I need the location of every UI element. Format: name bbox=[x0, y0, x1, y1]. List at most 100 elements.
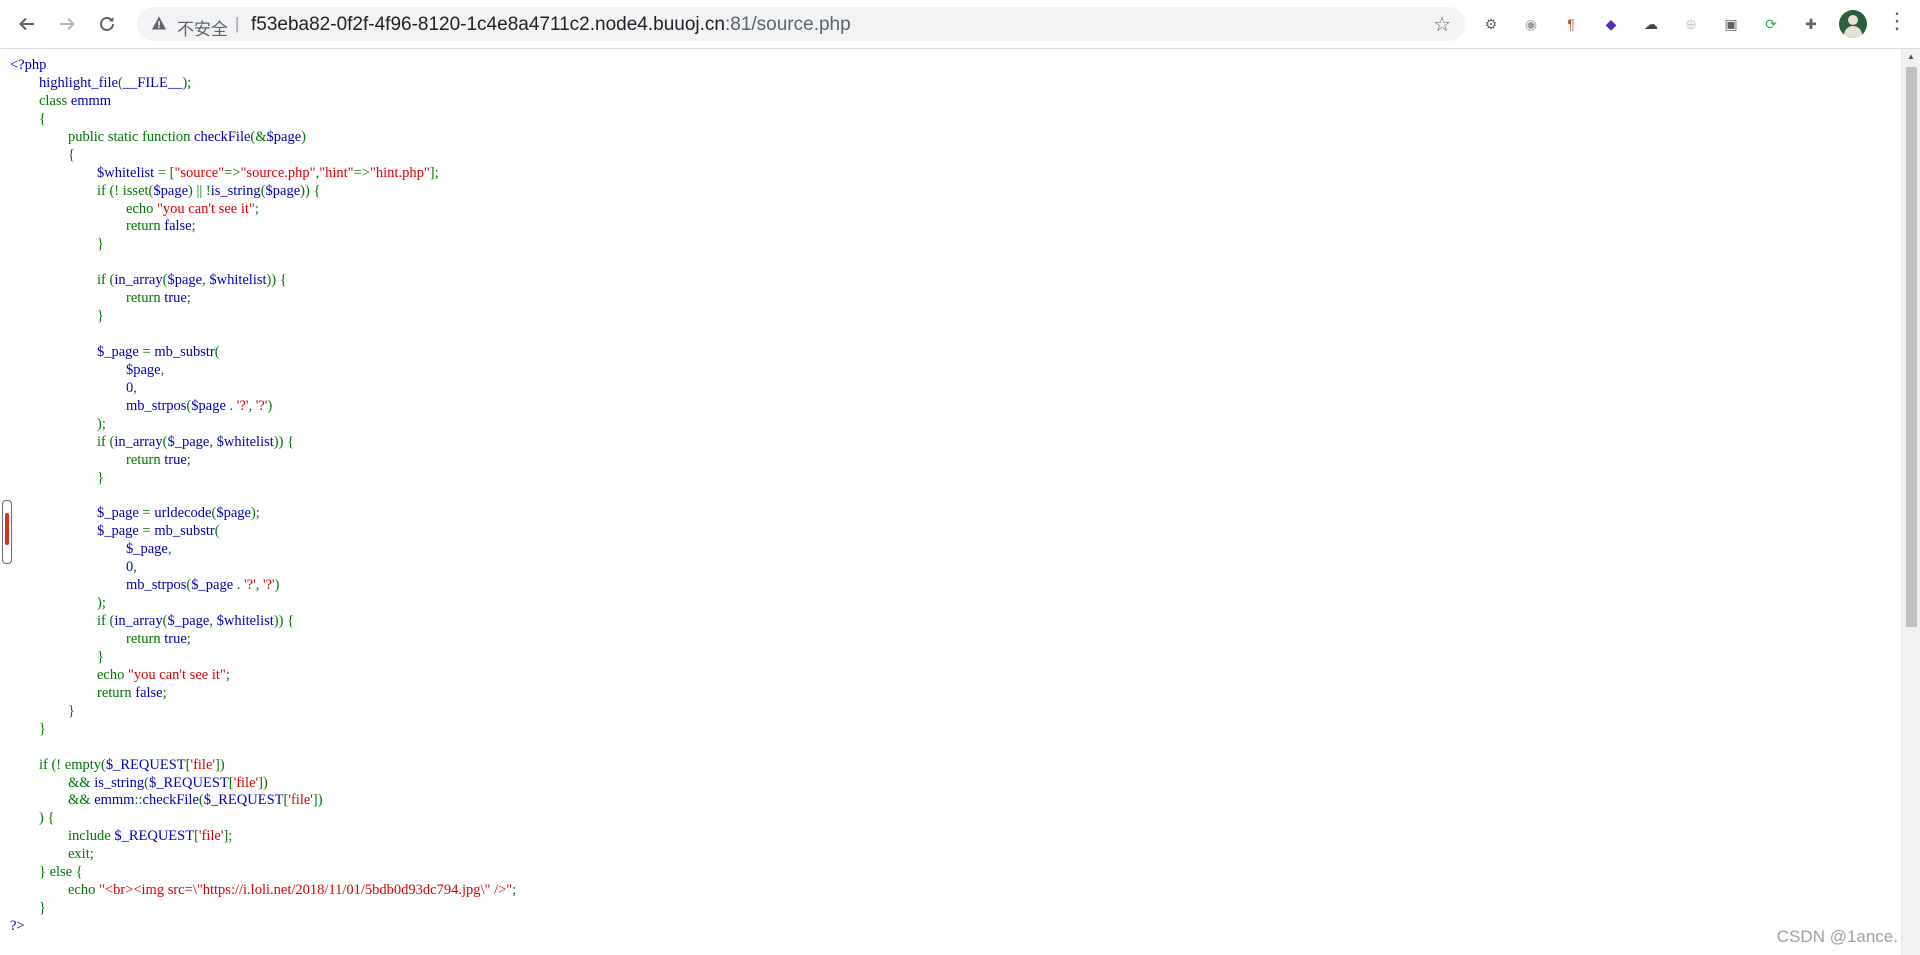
code-line: if (in_array($_page, $whitelist)) { bbox=[10, 434, 516, 452]
three-dots-vertical-icon[interactable]: ⋮ bbox=[1886, 10, 1908, 32]
code-line: return true; bbox=[10, 631, 516, 649]
code-line: $_page, bbox=[10, 541, 516, 559]
code-token: :: bbox=[134, 792, 143, 809]
panel-extension-icon[interactable]: ▣ bbox=[1720, 13, 1742, 35]
vertical-scrollbar[interactable]: ▲ bbox=[1901, 49, 1920, 955]
code-token: } bbox=[10, 236, 104, 253]
code-line: && is_string($_REQUEST['file']) bbox=[10, 775, 516, 793]
code-line: ) { bbox=[10, 810, 516, 828]
code-token: (& bbox=[250, 128, 267, 145]
layers-extension-icon[interactable]: ◆ bbox=[1600, 13, 1622, 35]
code-token: '?' bbox=[236, 397, 249, 414]
code-line: if (in_array($page, $whitelist)) { bbox=[10, 272, 516, 290]
code-token: && bbox=[10, 774, 95, 791]
code-token: ); bbox=[10, 595, 106, 612]
code-line: } bbox=[10, 900, 516, 918]
code-token: } bbox=[10, 720, 46, 737]
code-token: 'file' bbox=[233, 774, 259, 791]
code-token: "hint" bbox=[319, 164, 354, 181]
code-token: ]) bbox=[258, 774, 268, 791]
php-source-code: <?php highlight_file(__FILE__); class em… bbox=[10, 57, 516, 936]
reload-button[interactable] bbox=[92, 9, 122, 39]
code-token: public static function bbox=[10, 128, 195, 145]
code-token: $_REQUEST bbox=[203, 792, 284, 809]
scroll-up-arrow-icon[interactable]: ▲ bbox=[1907, 52, 1915, 61]
puzzle-extensions-icon[interactable]: ✚ bbox=[1800, 13, 1822, 35]
code-token: echo bbox=[10, 200, 157, 217]
code-token: , bbox=[167, 541, 172, 558]
code-token: $_page bbox=[10, 344, 143, 360]
code-line: mb_strpos($_page . '?', '?') bbox=[10, 577, 516, 595]
url-text[interactable]: f53eba82-0f2f-4f96-8120-1c4e8a4711c2.nod… bbox=[251, 14, 851, 36]
code-line: mb_strpos($page . '?', '?') bbox=[10, 398, 516, 416]
code-token: true bbox=[164, 451, 187, 468]
code-token: ) || ! bbox=[188, 182, 211, 199]
hat-extension-icon[interactable]: ☁ bbox=[1640, 13, 1662, 35]
code-token: $whitelist bbox=[216, 613, 274, 630]
code-line: if (! empty($_REQUEST['file']) bbox=[10, 757, 516, 775]
warning-triangle-icon[interactable] bbox=[151, 15, 167, 31]
reload-icon bbox=[100, 17, 114, 31]
code-token: $page bbox=[191, 397, 230, 414]
avatar[interactable] bbox=[1839, 10, 1867, 38]
url-separator: | bbox=[235, 14, 240, 33]
code-line: $_page = urldecode($page); bbox=[10, 505, 516, 523]
gear-extension-icon[interactable]: ⚙ bbox=[1480, 13, 1502, 35]
code-token: ; bbox=[512, 882, 517, 899]
code-token: } bbox=[10, 648, 104, 665]
code-token: { bbox=[10, 146, 75, 163]
code-token: ); bbox=[182, 74, 192, 91]
forward-button[interactable] bbox=[52, 9, 82, 39]
code-line: highlight_file(__FILE__); bbox=[10, 75, 516, 93]
code-token: $_REQUEST bbox=[114, 828, 195, 845]
security-label[interactable]: 不安全 bbox=[177, 15, 228, 40]
star-icon[interactable]: ☆ bbox=[1433, 12, 1451, 37]
globe-extension-icon[interactable]: ⊕ bbox=[1680, 13, 1702, 35]
code-line: { bbox=[10, 147, 516, 165]
code-token: 'file' bbox=[198, 828, 224, 845]
address-bar[interactable]: 不安全 | f53eba82-0f2f-4f96-8120-1c4e8a4711… bbox=[137, 7, 1465, 41]
code-token: , bbox=[209, 433, 217, 450]
code-token: "source.php" bbox=[240, 164, 316, 181]
code-token: && bbox=[10, 792, 95, 809]
scrollbar-thumb[interactable] bbox=[1906, 67, 1917, 627]
arrow-left-icon bbox=[19, 17, 34, 31]
code-token: ) bbox=[274, 577, 280, 594]
code-token: "source" bbox=[174, 164, 225, 181]
code-token: $page bbox=[266, 128, 302, 145]
code-token: $whitelist bbox=[10, 164, 158, 181]
code-token: = bbox=[142, 505, 155, 522]
code-line: echo "you can't see it"; bbox=[10, 667, 516, 685]
code-token: )) { bbox=[300, 182, 321, 199]
code-token: = bbox=[142, 344, 155, 360]
code-token: $_page bbox=[191, 577, 237, 594]
code-token: . bbox=[236, 577, 245, 594]
url-host: f53eba82-0f2f-4f96-8120-1c4e8a4711c2.nod… bbox=[251, 14, 725, 35]
code-token: = [ bbox=[157, 164, 175, 181]
circle-extension-icon[interactable]: ◉ bbox=[1520, 13, 1542, 35]
code-line: return false; bbox=[10, 218, 516, 236]
code-token: mb_substr bbox=[154, 344, 215, 360]
refresh-extension-icon[interactable]: ⟳ bbox=[1760, 13, 1782, 35]
code-token: ) bbox=[301, 128, 306, 145]
code-token: "hint.php" bbox=[369, 164, 430, 181]
code-token: mb_strpos bbox=[10, 577, 187, 594]
code-token: , bbox=[160, 361, 165, 378]
pilcrow-extension-icon[interactable]: ¶ bbox=[1560, 13, 1582, 35]
code-line: include $_REQUEST['file']; bbox=[10, 828, 516, 846]
code-line: $whitelist = ["source"=>"source.php","hi… bbox=[10, 165, 516, 183]
code-line: echo "<br><img src=\"https://i.loli.net/… bbox=[10, 882, 516, 900]
code-token: ; bbox=[254, 200, 259, 217]
back-button[interactable] bbox=[12, 9, 42, 39]
code-token: is_string bbox=[210, 182, 261, 199]
code-line: return true; bbox=[10, 290, 516, 308]
code-token: 'file' bbox=[190, 756, 215, 773]
code-line: } bbox=[10, 470, 516, 488]
code-token: ; bbox=[186, 290, 191, 307]
code-token: ; bbox=[191, 218, 196, 235]
code-token: $page bbox=[216, 505, 251, 522]
code-token: in_array bbox=[114, 613, 163, 630]
code-line: } bbox=[10, 721, 516, 739]
code-token: 0 bbox=[10, 559, 134, 576]
